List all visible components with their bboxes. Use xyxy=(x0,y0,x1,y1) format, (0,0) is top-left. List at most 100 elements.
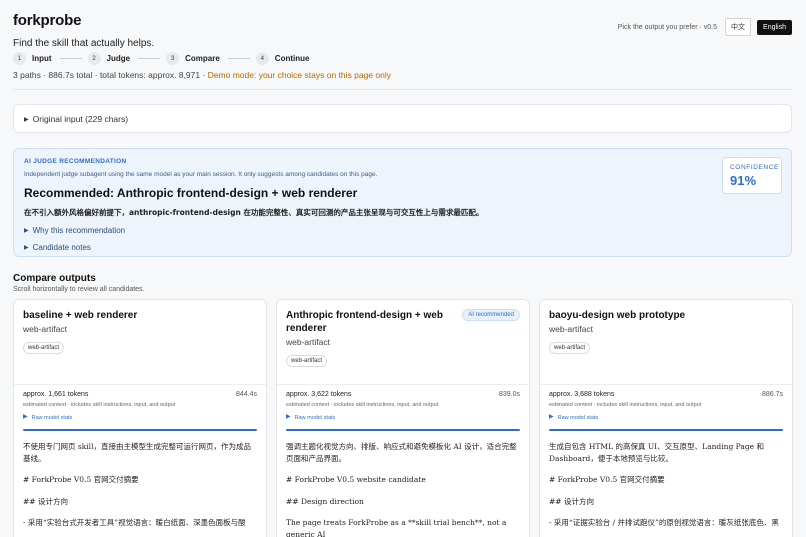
lang-en-button[interactable]: English xyxy=(757,19,792,35)
output-line: 强调主题化视觉方向、排版、响应式和避免模板化 AI 设计，适合完整页面和产品界面… xyxy=(286,442,517,463)
candidate-card[interactable]: Anthropic frontend-design + web renderer… xyxy=(276,299,530,537)
lang-zh-button[interactable]: 中文 xyxy=(725,18,752,36)
step-connector xyxy=(138,58,161,59)
card-header: baseline + web renderer web-artifact web… xyxy=(14,300,266,385)
card-type: web-artifact xyxy=(23,324,67,334)
card-stats: approx. 1,661 tokens 844.4s estimated co… xyxy=(14,385,266,433)
run-summary: 3 paths · 886.7s total · total tokens: a… xyxy=(13,70,391,80)
output-line: 不使用专门网页 skill，直接由主模型生成完整可运行网页，作为成品基线。 xyxy=(23,442,251,463)
output-line: # ForkProbe V0.5 website candidate xyxy=(286,475,426,484)
raw-stats-toggle[interactable]: ▶ Raw model stats xyxy=(23,413,257,421)
token-count: approx. 3,622 tokens xyxy=(286,391,352,398)
run-time: 844.4s xyxy=(235,391,257,398)
tagline: Find the skill that actually helps. xyxy=(13,38,155,49)
card-header: Anthropic frontend-design + web renderer… xyxy=(277,300,529,385)
raw-stats-label: Raw model stats xyxy=(557,415,599,421)
triangle-right-icon: ▶ xyxy=(24,117,29,123)
output-line: - 采用“证据实验台 / 并排试跑仪”的原创视觉语言：暖灰纸张底色、黑 xyxy=(549,518,779,527)
triangle-right-icon: ▶ xyxy=(24,228,29,234)
token-bar xyxy=(286,429,520,431)
card-output: 不使用专门网页 skill，直接由主模型生成完整可运行网页，作为成品基线。 # … xyxy=(14,433,266,537)
triangle-right-icon: ▶ xyxy=(549,414,554,420)
triangle-right-icon: ▶ xyxy=(24,245,29,251)
token-bar xyxy=(549,429,783,431)
card-stats: approx. 3,622 tokens 839.0s estimated co… xyxy=(277,385,529,433)
compare-title: Compare outputs xyxy=(13,273,96,284)
output-line: ## 设计方向 xyxy=(549,496,594,506)
app-header: forkprobe Find the skill that actually h… xyxy=(13,12,792,49)
output-line: - 采用“实验台式开发者工具”视觉语言：暖白纸面、深墨色面板与酸 xyxy=(23,518,246,527)
raw-stats-toggle[interactable]: ▶ Raw model stats xyxy=(549,413,783,421)
card-header: baoyu-design web prototype web-artifact … xyxy=(540,300,792,385)
judge-eyebrow: AI JUDGE RECOMMENDATION xyxy=(24,158,127,165)
output-line: # ForkProbe V0.5 官网交付摘要 xyxy=(549,475,665,484)
step-continue[interactable]: 4 Continue xyxy=(255,52,310,65)
token-estimate-note: estimated context · includes skill instr… xyxy=(286,402,439,408)
output-line: ## 设计方向 xyxy=(23,496,68,506)
card-output: 生成自包含 HTML 的高保真 UI、交互原型、Landing Page 和 D… xyxy=(540,433,792,537)
card-stats: approx. 3,688 tokens 886.7s estimated co… xyxy=(540,385,792,433)
summary-stats: 3 paths · 886.7s total · total tokens: a… xyxy=(13,70,208,80)
confidence-value: 91% xyxy=(730,173,757,188)
judge-recommendation: Recommended: Anthropic frontend-design +… xyxy=(24,186,358,200)
candidate-card[interactable]: baoyu-design web prototype web-artifact … xyxy=(539,299,793,537)
step-label: Input xyxy=(32,54,52,63)
candidate-card[interactable]: baseline + web renderer web-artifact web… xyxy=(13,299,267,537)
card-type: web-artifact xyxy=(549,324,593,334)
step-input[interactable]: 1 Input xyxy=(13,52,52,65)
ai-recommended-badge: AI recommended xyxy=(462,309,520,321)
triangle-right-icon: ▶ xyxy=(23,414,28,420)
topbar-right: Pick the output you prefer · v0.5 中文 Eng… xyxy=(618,18,792,36)
version-hint: Pick the output you prefer · v0.5 xyxy=(617,23,718,31)
compare-subtitle: Scroll horizontally to review all candid… xyxy=(13,286,145,293)
card-title: baseline + web renderer xyxy=(23,310,138,321)
judge-reason: 在不引入额外风格偏好前提下，anthropic-frontend-design … xyxy=(24,208,484,217)
run-time: 839.0s xyxy=(498,391,520,398)
why-label: Why this recommendation xyxy=(32,226,126,235)
step-number: 2 xyxy=(87,52,101,65)
judge-subtitle: Independent judge subagent using the sam… xyxy=(24,171,378,178)
step-number: 1 xyxy=(13,52,26,65)
step-number: 3 xyxy=(166,52,180,65)
card-title: baoyu-design web prototype xyxy=(549,310,686,321)
candidate-notes-toggle[interactable]: ▶ Candidate notes xyxy=(24,243,781,252)
output-line: The page treats ForkProbe as a **skill t… xyxy=(286,518,507,537)
divider xyxy=(13,89,792,90)
card-title: Anthropic frontend-design + web renderer xyxy=(286,310,443,334)
step-connector xyxy=(59,58,82,59)
demo-notice: Demo mode: your choice stays on this pag… xyxy=(207,70,391,80)
confidence-box: CONFIDENCE 91% xyxy=(722,157,782,194)
output-line: # ForkProbe V0.5 官网交付摘要 xyxy=(23,475,139,484)
token-count: approx. 1,661 tokens xyxy=(23,391,89,398)
raw-stats-label: Raw model stats xyxy=(294,415,336,421)
step-label: Continue xyxy=(274,54,310,63)
card-tag: web-artifact xyxy=(549,342,591,354)
step-label: Compare xyxy=(185,54,220,63)
card-tag: web-artifact xyxy=(286,355,328,367)
confidence-label: CONFIDENCE xyxy=(730,164,779,171)
stepper: 1 Input 2 Judge 3 Compare 4 Continue xyxy=(13,52,309,65)
why-recommendation-toggle[interactable]: ▶ Why this recommendation xyxy=(24,226,781,235)
triangle-right-icon: ▶ xyxy=(286,414,291,420)
token-estimate-note: estimated context · includes skill instr… xyxy=(23,402,176,408)
card-output: 强调主题化视觉方向、排版、响应式和避免模板化 AI 设计，适合完整页面和产品界面… xyxy=(277,433,529,537)
original-input-label: Original input (229 chars) xyxy=(32,114,129,124)
step-compare[interactable]: 3 Compare xyxy=(166,52,220,65)
notes-label: Candidate notes xyxy=(32,243,91,252)
token-estimate-note: estimated context · includes skill instr… xyxy=(549,402,702,408)
step-connector xyxy=(227,58,250,59)
output-line: ## Design direction xyxy=(286,496,364,506)
card-tag: web-artifact xyxy=(23,342,65,354)
raw-stats-toggle[interactable]: ▶ Raw model stats xyxy=(286,413,520,421)
token-bar xyxy=(23,429,257,431)
output-line: 生成自包含 HTML 的高保真 UI、交互原型、Landing Page 和 D… xyxy=(549,442,764,463)
raw-stats-label: Raw model stats xyxy=(31,415,73,421)
step-number: 4 xyxy=(255,52,269,65)
token-count: approx. 3,688 tokens xyxy=(549,391,615,398)
original-input-toggle[interactable]: ▶ Original input (229 chars) xyxy=(13,104,792,133)
step-label: Judge xyxy=(106,54,131,63)
judge-panel: AI JUDGE RECOMMENDATION Independent judg… xyxy=(13,148,792,257)
run-time: 886.7s xyxy=(761,391,783,398)
card-type: web-artifact xyxy=(286,337,330,347)
step-judge[interactable]: 2 Judge xyxy=(87,52,131,65)
